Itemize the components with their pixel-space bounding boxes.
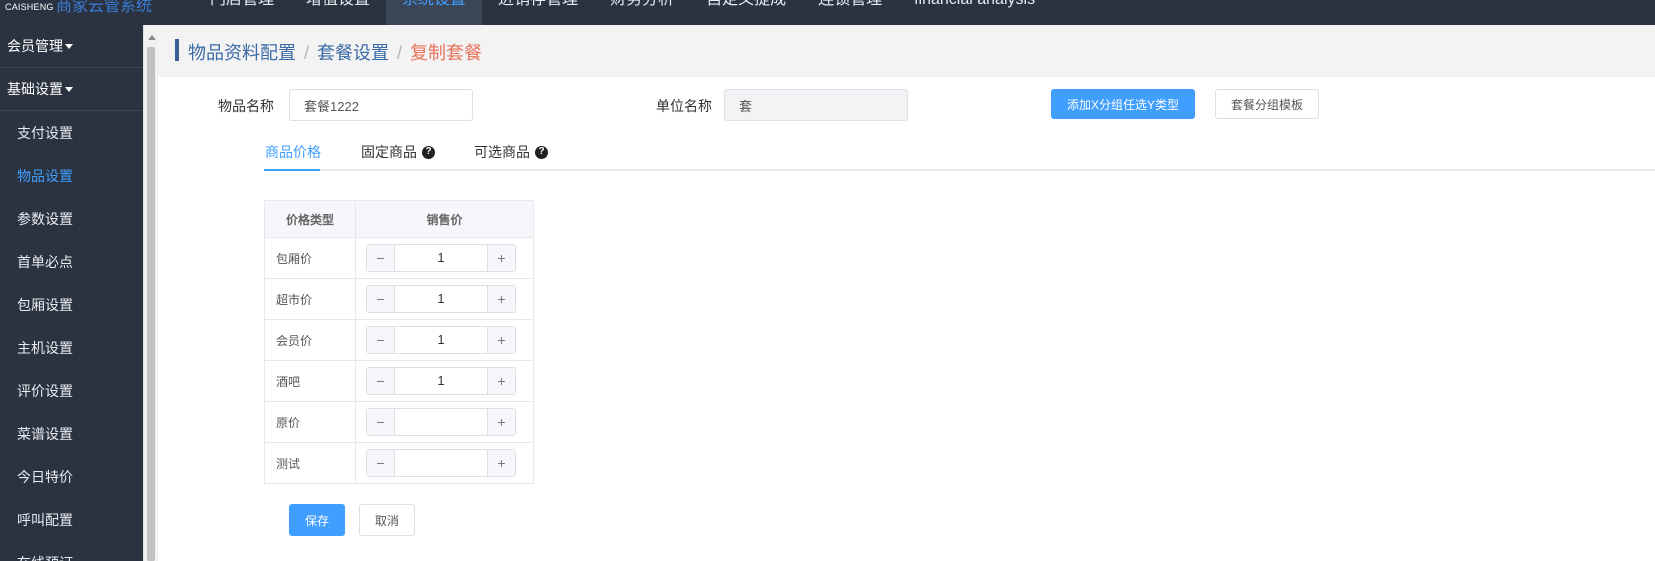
nav-item-system-settings[interactable]: 系统设置 <box>386 0 483 25</box>
table-row: 包厢价 − 1 + <box>264 237 534 279</box>
plus-icon[interactable]: + <box>487 450 515 476</box>
sidebar-group-label: 会员管理 <box>7 38 63 54</box>
sidebar-group-basic[interactable]: 基础设置 <box>0 68 143 111</box>
breadcrumb-separator: / <box>397 43 403 63</box>
sidebar-item-params[interactable]: 参数设置 <box>0 197 143 240</box>
plus-icon[interactable]: + <box>487 368 515 394</box>
sidebar: 会员管理 基础设置 支付设置 物品设置 参数设置 首单必点 包厢设置 主机设置 … <box>0 25 143 561</box>
nav-item-chain[interactable]: 连锁管理 <box>802 0 898 25</box>
active-tab-indicator <box>264 169 320 171</box>
stepper-value[interactable]: 1 <box>395 245 487 271</box>
nav-item-inventory[interactable]: 进销存管理 <box>482 0 594 25</box>
plus-icon[interactable]: + <box>487 327 515 353</box>
minus-icon[interactable]: − <box>367 368 395 394</box>
price-type-cell: 超市价 <box>264 278 356 320</box>
stepper-value[interactable]: 1 <box>395 368 487 394</box>
price-stepper[interactable]: − 1 + <box>366 367 516 395</box>
stepper-value[interactable]: 1 <box>395 327 487 353</box>
nav-item-store[interactable]: 门店管理 <box>194 0 290 25</box>
table-row: 会员价 − 1 + <box>264 319 534 361</box>
tab-label: 固定商品 <box>361 144 417 160</box>
breadcrumb-separator: / <box>304 43 310 63</box>
price-stepper[interactable]: − + <box>366 449 516 477</box>
price-stepper[interactable]: − + <box>366 408 516 436</box>
breadcrumb-current: 复制套餐 <box>410 43 483 63</box>
sidebar-item-room[interactable]: 包厢设置 <box>0 283 143 326</box>
sidebar-item-daily-special[interactable]: 今日特价 <box>0 455 143 498</box>
breadcrumb-package-settings[interactable]: 套餐设置 <box>317 43 389 63</box>
plus-icon[interactable]: + <box>487 409 515 435</box>
price-stepper[interactable]: − 1 + <box>366 244 516 272</box>
breadcrumb: 物品资料配置 / 套餐设置 / 复制套餐 <box>188 39 482 65</box>
plus-icon[interactable]: + <box>487 245 515 271</box>
sidebar-item-goods[interactable]: 物品设置 <box>0 154 143 197</box>
scroll-up-icon[interactable] <box>148 35 156 40</box>
question-circle-icon[interactable]: ? <box>422 145 435 159</box>
vertical-scrollbar[interactable] <box>143 25 158 561</box>
stepper-value[interactable] <box>395 409 487 435</box>
stepper-value[interactable]: 1 <box>395 286 487 312</box>
cancel-button[interactable]: 取消 <box>359 504 415 536</box>
sidebar-item-first-order[interactable]: 首单必点 <box>0 240 143 283</box>
price-type-cell: 酒吧 <box>264 360 356 402</box>
sidebar-item-payment[interactable]: 支付设置 <box>0 111 143 154</box>
item-name-label: 物品名称 <box>218 98 274 114</box>
unit-name-input[interactable] <box>724 89 908 121</box>
price-stepper[interactable]: − 1 + <box>366 326 516 354</box>
tab-fixed-goods[interactable]: 固定商品 ? <box>361 142 435 162</box>
minus-icon[interactable]: − <box>367 286 395 312</box>
minus-icon[interactable]: − <box>367 409 395 435</box>
breadcrumb-bar: 物品资料配置 / 套餐设置 / 复制套餐 <box>158 25 1655 77</box>
nav-item-financial-analysis[interactable]: financial analysis <box>898 0 1051 25</box>
brand-logo-text: CAISHENG <box>5 2 54 12</box>
nav-item-value-added[interactable]: 增值设置 <box>290 0 386 25</box>
sidebar-group-member[interactable]: 会员管理 <box>0 25 143 68</box>
price-table: 价格类型 销售价 包厢价 − 1 + 超市价 − 1 + 会员价 − 1 + 酒… <box>264 200 534 484</box>
nav-item-finance[interactable]: 财务分析 <box>594 0 690 25</box>
breadcrumb-goods-config[interactable]: 物品资料配置 <box>188 43 296 63</box>
price-type-cell: 原价 <box>264 401 356 443</box>
stepper-value[interactable] <box>395 450 487 476</box>
tab-label: 商品价格 <box>265 144 321 160</box>
sidebar-group-label: 基础设置 <box>7 81 63 97</box>
minus-icon[interactable]: − <box>367 450 395 476</box>
nav-item-commission[interactable]: 自定义提成 <box>690 0 802 25</box>
caret-down-icon <box>65 87 73 92</box>
sidebar-item-call-config[interactable]: 呼叫配置 <box>0 498 143 541</box>
price-type-cell: 测试 <box>264 442 356 484</box>
table-header-row: 价格类型 销售价 <box>264 200 534 238</box>
price-stepper[interactable]: − 1 + <box>366 285 516 313</box>
price-type-cell: 会员价 <box>264 319 356 361</box>
save-button[interactable]: 保存 <box>289 504 345 536</box>
breadcrumb-accent <box>175 39 179 61</box>
column-header-price-type: 价格类型 <box>264 200 356 238</box>
table-row: 原价 − + <box>264 401 534 443</box>
brand-title[interactable]: 商家云管系统 <box>56 0 152 16</box>
group-template-button[interactable]: 套餐分组模板 <box>1215 89 1319 119</box>
sidebar-item-online-booking[interactable]: 在线预订 <box>0 541 143 561</box>
minus-icon[interactable]: − <box>367 245 395 271</box>
caret-down-icon <box>65 44 73 49</box>
add-group-button[interactable]: 添加X分组任选Y类型 <box>1051 89 1195 119</box>
unit-name-label: 单位名称 <box>656 98 712 114</box>
main-nav: 门店管理 增值设置 系统设置 进销存管理 财务分析 自定义提成 连锁管理 fin… <box>194 0 1051 25</box>
minus-icon[interactable]: − <box>367 327 395 353</box>
tab-label: 可选商品 <box>474 144 530 160</box>
scrollbar-thumb[interactable] <box>147 47 155 561</box>
item-name-input[interactable] <box>289 89 473 121</box>
question-circle-icon[interactable]: ? <box>535 145 548 159</box>
sidebar-item-review[interactable]: 评价设置 <box>0 369 143 412</box>
sidebar-item-host[interactable]: 主机设置 <box>0 326 143 369</box>
plus-icon[interactable]: + <box>487 286 515 312</box>
tab-optional-goods[interactable]: 可选商品 ? <box>474 142 548 162</box>
tab-bar: 商品价格 固定商品 ? 可选商品 ? <box>264 130 1655 171</box>
table-row: 酒吧 − 1 + <box>264 360 534 402</box>
top-nav-bar: CAISHENG 商家云管系统 门店管理 增值设置 系统设置 进销存管理 财务分… <box>0 0 1655 25</box>
price-type-cell: 包厢价 <box>264 237 356 279</box>
table-row: 超市价 − 1 + <box>264 278 534 320</box>
sidebar-item-menu[interactable]: 菜谱设置 <box>0 412 143 455</box>
tab-goods-price[interactable]: 商品价格 <box>265 142 321 162</box>
column-header-sale-price: 销售价 <box>355 200 534 238</box>
table-row: 测试 − + <box>264 442 534 484</box>
